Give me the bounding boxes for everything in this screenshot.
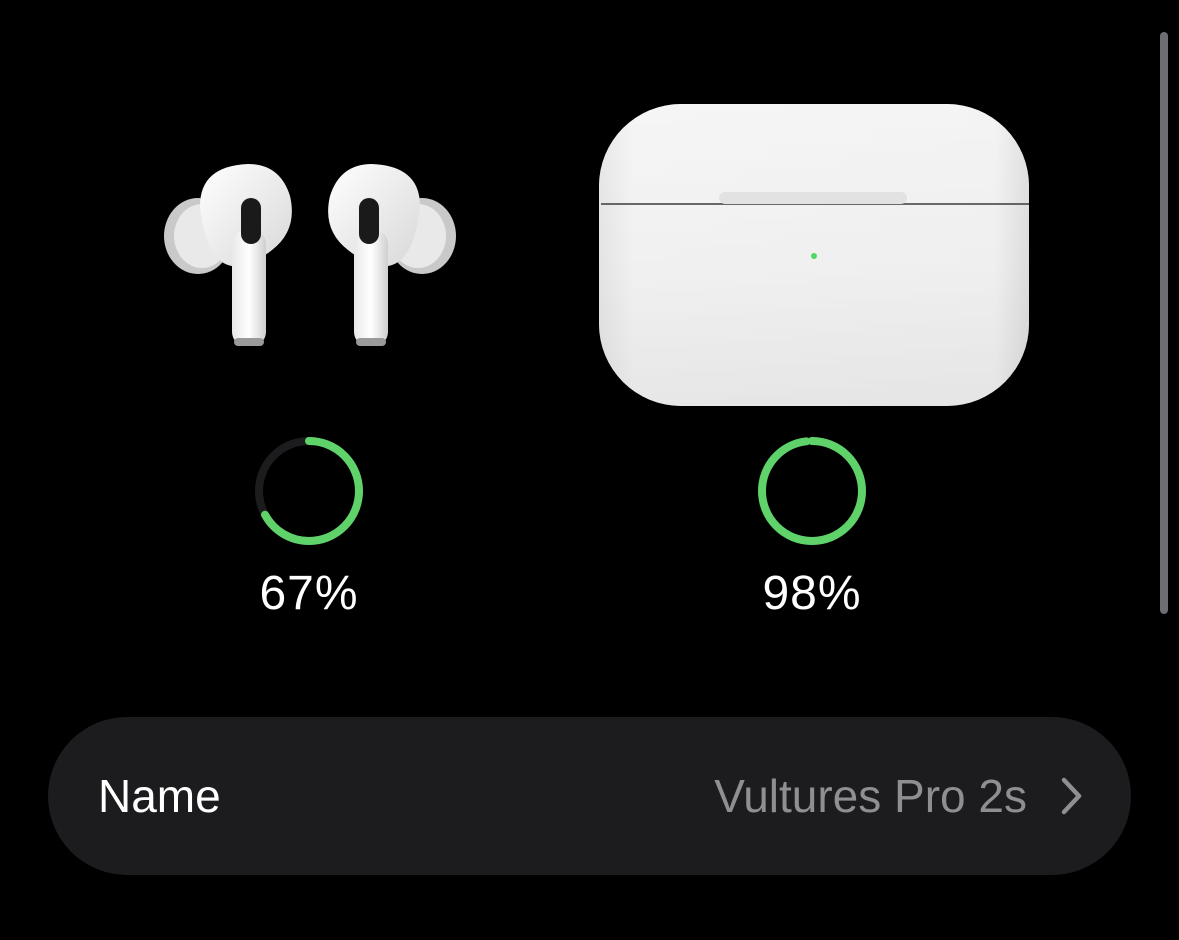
chevron-right-icon	[1061, 777, 1082, 815]
name-label: Name	[98, 770, 221, 822]
device-name-value: Vultures Pro 2s	[714, 770, 1027, 822]
airpods-case-icon	[595, 100, 1035, 415]
scrollbar[interactable]	[1160, 32, 1168, 614]
name-row[interactable]: Name Vultures Pro 2s	[48, 717, 1131, 875]
buds-battery-percent: 67%	[259, 567, 359, 620]
case-battery-percent: 98%	[762, 567, 862, 620]
case-battery-ring	[758, 437, 866, 545]
airpods-earbuds-icon	[160, 158, 460, 358]
status-led	[811, 253, 817, 259]
buds-battery-ring	[255, 437, 363, 545]
